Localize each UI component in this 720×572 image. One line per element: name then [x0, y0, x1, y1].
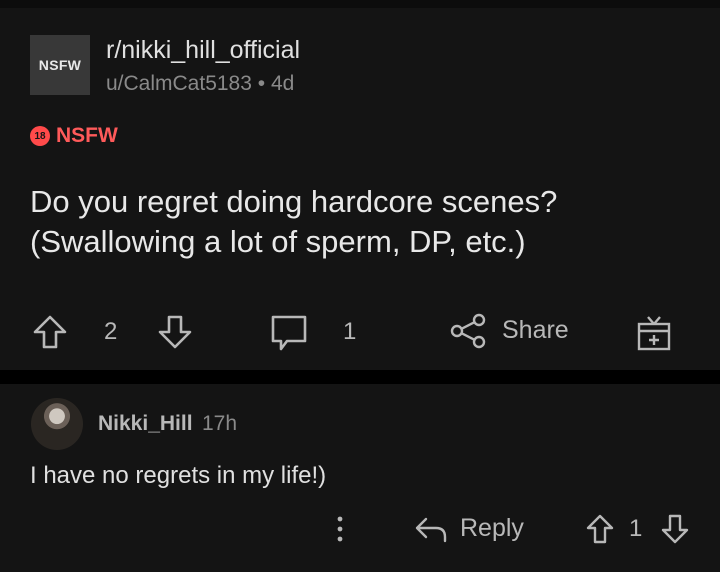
community-name[interactable]: r/nikki_hill_official	[106, 36, 300, 65]
meta-separator: •	[257, 72, 266, 95]
post-action-bar: 2 1 Share	[0, 300, 720, 360]
community-avatar-text: NSFW	[38, 57, 82, 73]
community-avatar[interactable]: NSFW	[30, 35, 90, 95]
comment-action-bar: Reply 1	[0, 509, 720, 554]
avatar[interactable]	[31, 398, 83, 450]
comment-icon[interactable]	[270, 314, 308, 352]
arrow-down-icon[interactable]	[660, 513, 690, 545]
comment-username[interactable]: Nikki_Hill	[98, 412, 193, 436]
post-meta: u/CalmCat5183 • 4d	[106, 72, 294, 96]
upvote-count: 2	[104, 318, 118, 345]
gift-icon[interactable]	[636, 314, 672, 352]
comment-score: 1	[629, 515, 643, 542]
post-title-line-1: Do you regret doing hardcore scenes?	[30, 184, 558, 219]
more-vertical-icon[interactable]	[333, 514, 347, 544]
comment: Nikki_Hill 17h I have no regrets in my l…	[0, 384, 720, 572]
comment-age: 17h	[202, 412, 238, 435]
top-divider	[0, 0, 720, 8]
post-age: 4d	[270, 72, 295, 95]
reply-arrow-icon[interactable]	[414, 515, 448, 545]
post-author[interactable]: u/CalmCat5183	[106, 72, 252, 95]
post-title-line-2: (Swallowing a lot of sperm, DP, etc.)	[30, 224, 526, 259]
section-separator	[0, 370, 720, 384]
share-button[interactable]: Share	[502, 316, 569, 345]
arrow-up-icon[interactable]	[585, 513, 615, 545]
post-title[interactable]: Do you regret doing hardcore scenes? (Sw…	[30, 182, 690, 262]
arrow-up-icon[interactable]	[32, 314, 68, 350]
arrow-down-icon[interactable]	[157, 314, 193, 350]
nsfw-tag: 18 NSFW	[30, 124, 118, 148]
nsfw-label: NSFW	[56, 124, 118, 147]
share-icon[interactable]	[449, 312, 487, 350]
nsfw-18-icon: 18	[30, 126, 50, 146]
comment-text: I have no regrets in my life!)	[30, 462, 327, 489]
post-card: NSFW r/nikki_hill_official u/CalmCat5183…	[0, 0, 720, 370]
reply-button[interactable]: Reply	[460, 514, 524, 543]
comment-count: 1	[343, 318, 357, 345]
